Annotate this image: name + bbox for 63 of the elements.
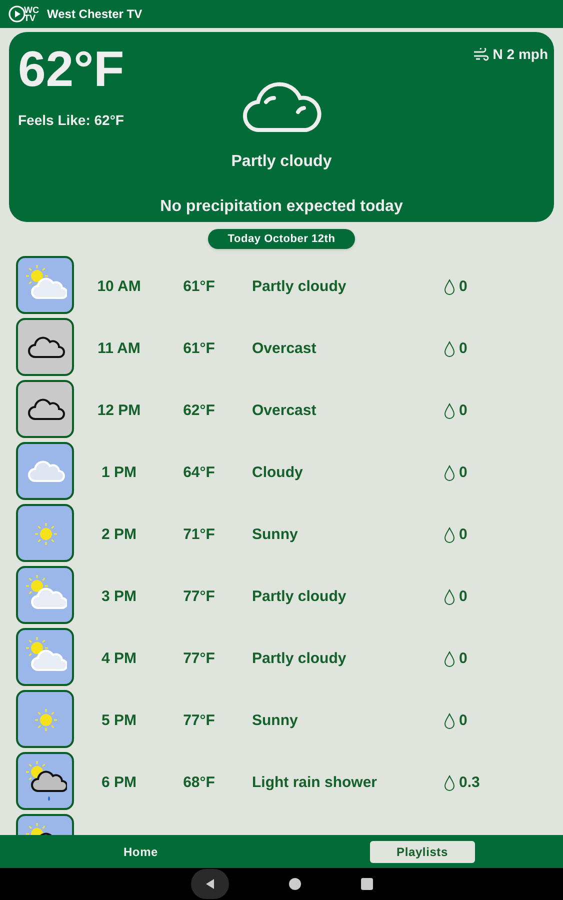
raindrop-icon bbox=[444, 341, 455, 358]
hour-time: 10 AM bbox=[96, 277, 142, 297]
hour-condition: Partly cloudy bbox=[251, 277, 348, 297]
logo-text: WC bbox=[24, 6, 39, 14]
back-button[interactable] bbox=[190, 869, 228, 899]
hour-temperature: 64°F bbox=[182, 463, 216, 483]
raindrop-icon bbox=[444, 651, 455, 668]
rain-amount: 0.3 bbox=[459, 773, 480, 793]
hour-condition: Partly cloudy bbox=[251, 587, 348, 607]
hour-time: 3 PM bbox=[100, 587, 138, 607]
rain-amount: 0 bbox=[459, 649, 468, 669]
hour-time: 12 PM bbox=[96, 401, 142, 421]
condition-text: Partly cloudy bbox=[231, 152, 332, 172]
raindrop-icon bbox=[444, 403, 455, 420]
hour-temperature: 77°F bbox=[182, 711, 216, 731]
recents-button[interactable] bbox=[360, 878, 372, 890]
hour-time: 6 PM bbox=[100, 773, 138, 793]
rain-amount: 0 bbox=[459, 525, 468, 545]
rain-amount: 0 bbox=[459, 277, 468, 297]
raindrop-icon bbox=[444, 527, 455, 544]
hour-time: 1 PM bbox=[100, 463, 138, 483]
hour-condition: Sunny bbox=[251, 525, 299, 545]
hour-condition: Overcast bbox=[251, 339, 318, 359]
hour-condition: Cloudy bbox=[251, 463, 304, 483]
raindrop-icon bbox=[444, 775, 455, 792]
hour-temperature: 61°F bbox=[182, 339, 216, 359]
hour-temperature: 68°F bbox=[182, 773, 216, 793]
temperature: 62°F bbox=[18, 42, 124, 96]
hour-time: 11 AM bbox=[96, 339, 142, 359]
home-button[interactable] bbox=[288, 878, 300, 890]
date-pill: Today October 12th bbox=[208, 229, 356, 249]
hour-temperature: 77°F bbox=[182, 587, 216, 607]
raindrop-icon bbox=[444, 465, 455, 482]
raindrop-icon bbox=[444, 713, 455, 730]
rain-amount: 0 bbox=[459, 339, 468, 359]
hour-condition: Light rain shower bbox=[251, 773, 378, 793]
rain-amount: 0 bbox=[459, 711, 468, 731]
hour-temperature: 61°F bbox=[182, 277, 216, 297]
hour-temperature: 62°F bbox=[182, 401, 216, 421]
wind-icon bbox=[472, 48, 489, 62]
app-title: West Chester TV bbox=[47, 6, 142, 23]
hour-condition: Partly cloudy bbox=[251, 649, 348, 669]
rain-amount: 0 bbox=[459, 463, 468, 483]
nav-tab[interactable]: Playlists bbox=[370, 840, 475, 862]
feels-like: Feels Like: 62°F bbox=[18, 111, 124, 130]
precipitation-text: No precipitation expected today bbox=[160, 197, 403, 217]
sun-rain-cloud-icon bbox=[23, 759, 67, 803]
raindrop-icon bbox=[444, 279, 455, 296]
hour-time: 2 PM bbox=[100, 525, 138, 545]
wind-speed: N 2 mph bbox=[492, 45, 548, 64]
hour-temperature: 71°F bbox=[182, 525, 216, 545]
back-icon bbox=[204, 878, 216, 890]
logo-text: TV bbox=[24, 14, 36, 22]
nav-tab[interactable]: Home bbox=[88, 840, 194, 862]
hour-time: 5 PM bbox=[100, 711, 138, 731]
play-icon bbox=[8, 5, 26, 23]
hour-time: 4 PM bbox=[100, 649, 138, 669]
rain-amount: 0 bbox=[459, 587, 468, 607]
rain-amount: 0 bbox=[459, 401, 468, 421]
hour-temperature: 77°F bbox=[182, 649, 216, 669]
hour-condition: Sunny bbox=[251, 711, 299, 731]
raindrop-icon bbox=[444, 589, 455, 606]
hour-condition: Overcast bbox=[251, 401, 318, 421]
